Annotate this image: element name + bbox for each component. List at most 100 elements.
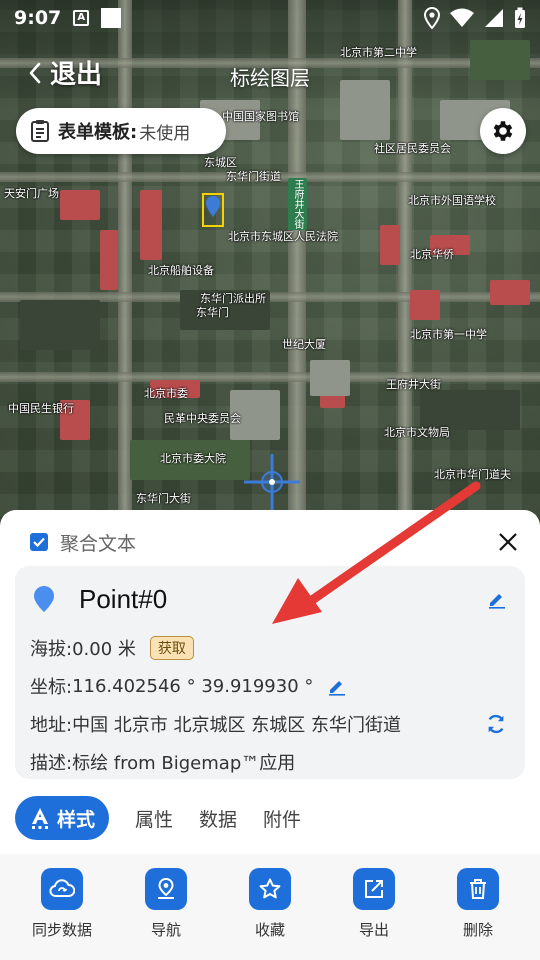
map-building [60,190,100,220]
delete-button[interactable]: 删除 [433,868,523,940]
altitude-row: 海拔: 0.00 米 获取 [30,634,507,662]
tab-attributes[interactable]: 属性 [135,796,173,840]
tab-data[interactable]: 数据 [199,796,237,840]
favorite-label: 收藏 [254,921,285,939]
map-label: 北京市委 [144,387,188,400]
close-icon [499,533,517,551]
gear-icon [493,121,513,141]
cloud-sync-icon [49,879,75,897]
action-icon-bg [353,868,395,910]
tab-attachments[interactable]: 附件 [263,796,301,840]
crosshair-icon [244,454,300,510]
navigate-label: 导航 [150,921,181,939]
map-label: 北京市东城区人民法院 [228,230,338,243]
point-title-row: Point#0 [33,582,507,616]
action-icon-bg [145,868,187,910]
map-label: 东华门大街 [136,492,191,505]
map-label: 王府井大街 [386,378,441,391]
settings-button[interactable] [480,108,526,154]
map-label: 北京市文物局 [384,426,450,439]
map-label: 北京市第一中学 [410,328,487,341]
coord-key: 坐标: [30,677,73,698]
desc-key: 描述: [30,753,73,774]
close-button[interactable] [496,530,520,554]
map-label: 东华门 [196,306,229,319]
altitude-value: 0.00 米 [72,639,136,660]
map-building [310,360,350,396]
sheet-header: 聚合文本 [30,530,520,555]
map-label: 北京华侨 [410,248,454,261]
location-pin-icon [206,196,220,217]
coordinate-row: 坐标: 116.402546 ° 39.919930 ° [30,672,507,700]
map-label: 天安门广场 [4,187,59,200]
tab-style[interactable]: 样式 [15,796,110,840]
wifi-icon [450,8,474,27]
text-style-icon [32,808,48,829]
check-icon [33,537,45,548]
edit-name-icon[interactable] [487,589,507,609]
map-label: 东华门街道 [226,170,281,183]
notification-square-icon [101,8,122,28]
navigate-button[interactable]: 导航 [121,868,211,940]
desc-value: 标绘 from Bigemap™应用 [72,753,296,774]
map-label: 世纪大厦 [282,338,326,351]
form-template-button[interactable]: 表单模板: 未使用 [16,108,226,154]
aggregate-label: 聚合文本 [60,532,137,555]
map-label: 北京市委大院 [160,452,226,465]
trash-icon [470,879,486,899]
page-title: 标绘图层 [230,66,310,90]
coord-value: 116.402546 ° 39.919930 ° [72,675,314,697]
map-building [100,230,118,290]
tab-style-label: 样式 [57,808,96,831]
point-name: Point#0 [79,583,168,614]
map-road [0,372,540,382]
status-bar: 9:07 A [0,0,540,36]
map-label: 民革中央委员会 [164,412,241,425]
action-icon-bg [249,868,291,910]
location-pin-icon [34,586,54,612]
star-icon [259,878,281,899]
sync-data-button[interactable]: 同步数据 [17,868,107,940]
action-icon-bg [457,868,499,910]
delete-label: 删除 [462,921,493,939]
battery-charging-icon [515,7,525,28]
map-label: 北京船舶设备 [148,264,214,277]
template-value: 未使用 [139,123,191,144]
address-row: 地址: 中国 北京市 北京城区 东城区 东华门街道 [30,710,507,738]
signal-icon [485,9,503,27]
export-label: 导出 [358,921,389,939]
map-building [20,300,100,350]
map-label: 北京市外国语学校 [408,194,496,207]
map-label: 中国民生银行 [8,402,74,415]
point-detail-sheet: 聚合文本 Point#0 海拔: 0.00 米 获取 坐标: 116.40254… [0,510,540,960]
map-label: 北京市华门道夫 [434,468,511,481]
export-icon [365,880,383,898]
navigation-pin-icon [158,877,174,899]
detail-tabs: 样式 属性 数据 附件 [15,796,301,840]
fetch-altitude-button[interactable]: 获取 [149,636,194,660]
aggregate-checkbox[interactable] [30,533,48,551]
top-nav: 退出 标绘图层 [0,50,540,94]
refresh-icon[interactable] [485,713,507,735]
map-building [380,225,400,265]
map-building [410,290,440,320]
status-time: 9:07 [14,7,62,29]
address-value: 中国 北京市 北京城区 东城区 东华门街道 [72,715,401,736]
road-label: 王府井大街 [288,178,307,230]
description-row: 描述: 标绘 from Bigemap™应用 [30,748,507,776]
map-label: 社区居民委员会 [374,142,451,155]
template-label: 表单模板: [58,122,138,143]
location-icon [424,7,440,29]
a-icon: A [73,10,90,26]
action-bar: 同步数据 导航 收藏 导出 删除 [0,854,540,960]
clipboard-icon [31,120,49,142]
point-info-card: Point#0 海拔: 0.00 米 获取 坐标: 116.402546 ° 3… [15,566,525,779]
map-point-marker[interactable] [202,193,224,227]
action-icon-bg [41,868,83,910]
map-label: 中国国家图书馆 [222,110,299,123]
edit-coord-icon[interactable] [327,676,347,696]
export-button[interactable]: 导出 [329,868,419,940]
sync-data-label: 同步数据 [31,921,92,939]
map-building [140,190,162,260]
favorite-button[interactable]: 收藏 [225,868,315,940]
